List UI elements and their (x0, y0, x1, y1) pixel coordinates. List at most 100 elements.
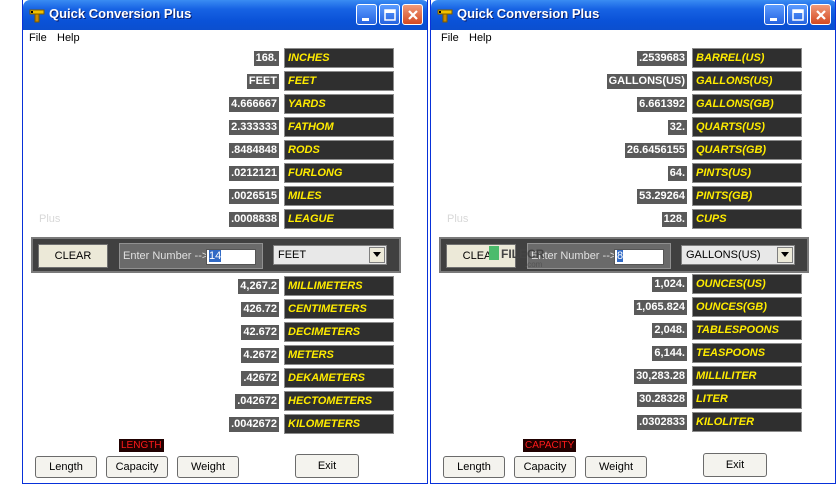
app-icon (29, 9, 45, 23)
title-bar[interactable]: Quick Conversion Plus (23, 0, 427, 30)
converted-value: .0008838 (229, 212, 279, 227)
converted-value: 6.661392 (637, 97, 687, 112)
capacity-converter-window: Quick Conversion Plus File Help .2539683… (430, 0, 836, 484)
title-bar[interactable]: Quick Conversion Plus (431, 0, 835, 30)
menu-bar: File Help (431, 30, 835, 48)
filecr-watermark: FILECR .com (489, 246, 545, 269)
length-button[interactable]: Length (443, 456, 505, 478)
unit-select-value: FEET (278, 249, 307, 261)
exit-button[interactable]: Exit (295, 454, 359, 478)
minimize-button[interactable] (356, 4, 377, 25)
unit-label: DEKAMETERS (284, 368, 394, 388)
conversion-row: 6,144. TEASPOONS (431, 343, 835, 363)
converted-value: 128. (661, 212, 687, 227)
maximize-button[interactable] (379, 4, 400, 25)
unit-label: METERS (284, 345, 394, 365)
dropdown-button[interactable] (777, 247, 793, 263)
unit-label: QUARTS(GB) (692, 140, 802, 160)
converted-value: 53.29264 (637, 189, 687, 204)
menu-bar: File Help (23, 30, 427, 48)
converted-value: .0212121 (229, 166, 279, 181)
length-button[interactable]: Length (35, 456, 97, 478)
menu-help[interactable]: Help (469, 32, 492, 44)
converted-value: 2,048. (652, 323, 687, 338)
watermark-text: Plus (447, 213, 469, 225)
conversion-row: 168. INCHES (23, 48, 427, 68)
unit-select[interactable]: GALLONS(US) (681, 245, 795, 265)
capacity-button[interactable]: Capacity (514, 456, 576, 478)
menu-help[interactable]: Help (57, 32, 80, 44)
conversion-row: 64. PINTS(US) (431, 163, 835, 183)
length-converter-window: Quick Conversion Plus File Help 168. INC… (22, 0, 428, 484)
minimize-button[interactable] (764, 4, 785, 25)
close-button[interactable] (810, 4, 831, 25)
conversion-row: 4.2672 METERS (23, 345, 427, 365)
conversion-row: .042672 HECTOMETERS (23, 391, 427, 411)
unit-label: TEASPOONS (692, 343, 802, 363)
unit-label: GALLONS(GB) (692, 94, 802, 114)
maximize-button[interactable] (787, 4, 808, 25)
minimize-icon (362, 18, 369, 21)
exit-button[interactable]: Exit (703, 453, 767, 477)
filecr-brand: FILECR (501, 247, 545, 261)
menu-file[interactable]: File (441, 32, 459, 44)
unit-label: QUARTS(US) (692, 117, 802, 137)
menu-file[interactable]: File (29, 32, 47, 44)
dropdown-arrow-icon (781, 252, 789, 257)
converted-value: 32. (667, 120, 687, 135)
conversion-row: 1,024. OUNCES(US) (431, 274, 835, 294)
unit-label: KILOMETERS (284, 414, 394, 434)
unit-label: CENTIMETERS (284, 299, 394, 319)
converted-value: .2539683 (637, 51, 687, 66)
unit-label: FEET (284, 71, 394, 91)
converted-value: FEET (246, 74, 279, 89)
enter-number-label: Enter Number --> (123, 250, 209, 262)
capacity-button[interactable]: Capacity (106, 456, 168, 478)
number-input[interactable]: 14 (206, 249, 256, 265)
conversion-row: GALLONS(US) GALLONS(US) (431, 71, 835, 91)
unit-label: OUNCES(GB) (692, 297, 802, 317)
unit-label: MILLILITER (692, 366, 802, 386)
converted-value: 1,024. (652, 277, 687, 292)
weight-button[interactable]: Weight (585, 456, 647, 478)
conversion-row: 4.666667 YARDS (23, 94, 427, 114)
conversion-row: .0212121 FURLONG (23, 163, 427, 183)
unit-label: INCHES (284, 48, 394, 68)
unit-label: BARREL(US) (692, 48, 802, 68)
close-icon (816, 10, 826, 20)
converted-value: 30.28328 (637, 392, 687, 407)
unit-label: GALLONS(US) (692, 71, 802, 91)
unit-select[interactable]: FEET (273, 245, 387, 265)
weight-button[interactable]: Weight (177, 456, 239, 478)
enter-number-box: Enter Number --> 14 (119, 243, 263, 269)
converted-value: 30,283.28 (634, 369, 687, 384)
dropdown-arrow-icon (373, 252, 381, 257)
dropdown-button[interactable] (369, 247, 385, 263)
conversion-row: .0026515 MILES (23, 186, 427, 206)
conversion-row: Plus 128. CUPS (431, 209, 835, 229)
converted-value: .42672 (241, 371, 279, 386)
converted-value: 168. (253, 51, 279, 66)
enter-number-box: Enter Number --> 8 (527, 243, 671, 269)
conversion-row: 6.661392 GALLONS(GB) (431, 94, 835, 114)
unit-label: LEAGUE (284, 209, 394, 229)
converted-value: .042672 (235, 394, 279, 409)
converted-value: .8484848 (229, 143, 279, 158)
converted-value: 2.333333 (229, 120, 279, 135)
watermark-text: Plus (39, 213, 61, 225)
converted-value: 4.666667 (229, 97, 279, 112)
close-button[interactable] (402, 4, 423, 25)
converted-value: 4,267.2 (238, 279, 279, 294)
converted-value: 426.72 (241, 302, 279, 317)
converted-value: .0042672 (229, 417, 279, 432)
unit-label: YARDS (284, 94, 394, 114)
unit-label: DECIMETERS (284, 322, 394, 342)
unit-label: PINTS(US) (692, 163, 802, 183)
clear-button[interactable]: CLEAR (38, 244, 108, 268)
window-title: Quick Conversion Plus (457, 6, 600, 21)
app-icon (437, 9, 453, 23)
conversion-row: .42672 DEKAMETERS (23, 368, 427, 388)
converted-value: 4.2672 (241, 348, 279, 363)
conversion-row: 426.72 CENTIMETERS (23, 299, 427, 319)
number-input[interactable]: 8 (614, 249, 664, 265)
